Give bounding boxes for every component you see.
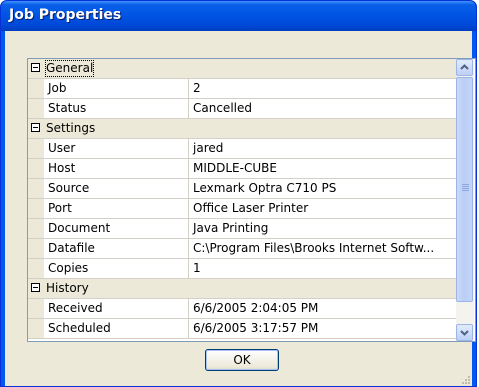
property-value[interactable]: 2 <box>189 79 455 98</box>
property-row[interactable]: Scheduled 6/6/2005 3:17:57 PM <box>28 319 456 339</box>
property-value[interactable]: 6/6/2005 3:17:57 PM <box>189 319 455 338</box>
minus-box-icon[interactable] <box>31 63 40 72</box>
scroll-up-button[interactable] <box>456 59 473 76</box>
property-value[interactable]: Office Laser Printer <box>189 199 455 218</box>
category-row[interactable]: Settings <box>28 119 456 139</box>
thumb-grip-line <box>462 190 469 191</box>
ok-button[interactable]: OK <box>205 349 279 371</box>
property-name: Source <box>44 179 189 198</box>
property-value[interactable]: MIDDLE-CUBE <box>189 159 455 178</box>
property-name: Scheduled <box>44 319 189 338</box>
property-list: General Job 2 Status Cancelled Settings User ja… <box>28 59 456 341</box>
property-row[interactable]: Host MIDDLE-CUBE <box>28 159 456 179</box>
property-row[interactable]: Datafile C:\Program Files\Brooks Internet… <box>28 239 456 259</box>
property-value[interactable]: 1 <box>189 259 455 278</box>
property-row[interactable]: Port Office Laser Printer <box>28 199 456 219</box>
thumb-grip-line <box>462 188 469 189</box>
property-value[interactable]: 6/6/2005 2:04:05 PM <box>189 299 455 318</box>
property-row[interactable]: Received 6/6/2005 2:04:05 PM <box>28 299 456 319</box>
property-row[interactable]: Document Java Printing <box>28 219 456 239</box>
category-label: General <box>44 59 95 78</box>
category-label: History <box>46 281 89 295</box>
minus-box-icon[interactable] <box>31 123 40 132</box>
property-row[interactable]: Copies 1 <box>28 259 456 279</box>
property-name: Copies <box>44 259 189 278</box>
category-label: Settings <box>46 121 96 135</box>
vertical-scrollbar[interactable] <box>456 59 474 341</box>
row-gutter <box>28 239 44 258</box>
property-row[interactable]: Job 2 <box>28 79 456 99</box>
thumb-grip-line <box>462 184 469 185</box>
row-gutter <box>28 319 44 338</box>
property-value[interactable]: Java Printing <box>189 219 455 238</box>
property-row[interactable]: User jared <box>28 139 456 159</box>
property-row[interactable]: Status Cancelled <box>28 99 456 119</box>
category-row[interactable]: General <box>28 59 456 79</box>
row-gutter <box>28 159 44 178</box>
size-grip-icon[interactable] <box>459 373 471 385</box>
property-name: Job <box>44 79 189 98</box>
property-name: Document <box>44 219 189 238</box>
title-bar[interactable]: Job Properties <box>1 1 476 31</box>
window-title: Job Properties <box>9 7 122 23</box>
chevron-up-icon <box>460 64 469 70</box>
property-value[interactable]: Lexmark Optra C710 PS <box>189 179 455 198</box>
row-gutter <box>28 79 44 98</box>
category-row[interactable]: History <box>28 279 456 299</box>
property-value[interactable]: jared <box>189 139 455 158</box>
row-gutter <box>28 199 44 218</box>
chevron-down-icon <box>460 330 469 336</box>
thumb-grip-line <box>462 186 469 187</box>
row-gutter <box>28 219 44 238</box>
property-value[interactable]: Cancelled <box>189 99 455 118</box>
scroll-down-button[interactable] <box>456 324 473 341</box>
property-name: Port <box>44 199 189 218</box>
row-gutter <box>28 179 44 198</box>
row-gutter <box>28 139 44 158</box>
property-name: Host <box>44 159 189 178</box>
property-name: User <box>44 139 189 158</box>
property-name: Received <box>44 299 189 318</box>
row-gutter <box>28 259 44 278</box>
row-gutter <box>28 299 44 318</box>
property-value[interactable]: C:\Program Files\Brooks Internet Softw..… <box>189 239 455 258</box>
minus-box-icon[interactable] <box>31 283 40 292</box>
row-gutter <box>28 99 44 118</box>
property-name: Datafile <box>44 239 189 258</box>
scrollbar-thumb[interactable] <box>456 77 473 302</box>
property-grid: General Job 2 Status Cancelled Settings User ja… <box>27 58 476 342</box>
property-row[interactable]: Source Lexmark Optra C710 PS <box>28 179 456 199</box>
property-name: Status <box>44 99 189 118</box>
